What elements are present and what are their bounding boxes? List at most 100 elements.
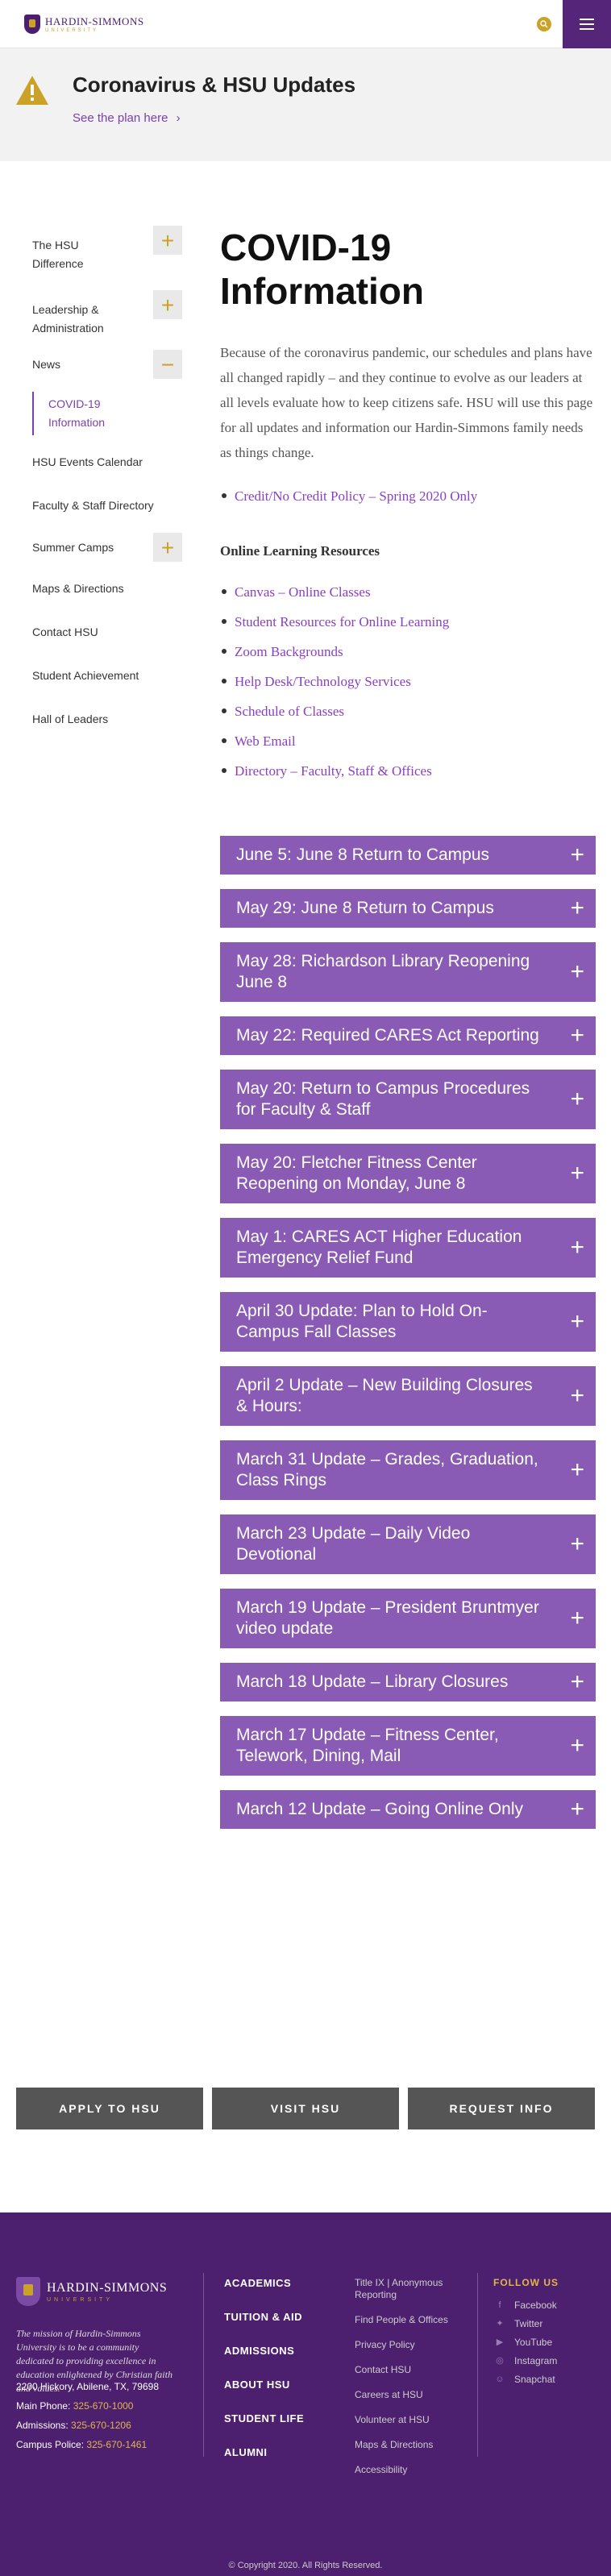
footer-social: FOLLOW US f Facebook ✦ Twitter ▶ YouTube ◎ I… <box>493 2277 559 2389</box>
footer-link-academics[interactable]: ACADEMICS <box>224 2277 304 2290</box>
admissions-phone-link[interactable]: 325-670-1206 <box>71 2420 131 2431</box>
sidebar-item-maps[interactable]: Maps & Directions <box>32 580 182 598</box>
alert-link[interactable]: See the plan here › <box>73 111 181 125</box>
footer-link-about[interactable]: ABOUT HSU <box>224 2379 304 2391</box>
resource-link[interactable]: Student Resources for Online Learning <box>220 607 596 637</box>
sidebar-item-student-achievement[interactable]: Student Achievement <box>32 667 182 685</box>
expand-plus-icon: + <box>570 1234 584 1261</box>
accordion-item[interactable]: April 30 Update: Plan to Hold On-Campus … <box>220 1292 596 1352</box>
accordion-item[interactable]: June 5: June 8 Return to Campus + <box>220 836 596 875</box>
resource-link[interactable]: Web Email <box>220 726 596 756</box>
apply-button[interactable]: APPLY TO HSU <box>16 2088 203 2129</box>
sidebar-item-contact[interactable]: Contact HSU <box>32 623 182 642</box>
sidebar-item-leadership[interactable]: Leadership & Administration + <box>32 290 182 334</box>
expand-plus-icon[interactable]: + <box>153 533 182 562</box>
updates-accordion: June 5: June 8 Return to Campus + May 29: … <box>220 836 596 1829</box>
accordion-item[interactable]: May 28: Richardson Library Reopening Jun… <box>220 942 596 1002</box>
police-phone-link[interactable]: 325-670-1461 <box>86 2439 147 2450</box>
accordion-title: April 30 Update: Plan to Hold On-Campus … <box>236 1302 488 1341</box>
accordion-item[interactable]: March 12 Update – Going Online Only + <box>220 1790 596 1829</box>
footer-link-careers[interactable]: Careers at HSU <box>355 2389 459 2401</box>
request-info-button[interactable]: REQUEST INFO <box>408 2088 595 2129</box>
accordion-title: April 2 Update – New Building Closures &… <box>236 1376 533 1415</box>
accordion-item[interactable]: May 1: CARES ACT Higher Education Emerge… <box>220 1218 596 1278</box>
instagram-icon: ◎ <box>496 2356 504 2366</box>
footer-divider <box>477 2273 478 2457</box>
resource-link[interactable]: Schedule of Classes <box>220 696 596 726</box>
footer-logo[interactable]: HARDIN-SIMMONS UNIVERSITY <box>16 2277 167 2306</box>
university-seal-icon <box>24 15 40 34</box>
twitter-icon: ✦ <box>496 2319 504 2329</box>
footer-divider <box>203 2273 204 2457</box>
footer-logo-subtitle: UNIVERSITY <box>47 2296 114 2303</box>
footer-main-links: ACADEMICS TUITION & AID ADMISSIONS ABOUT… <box>224 2277 304 2480</box>
footer-link-title-ix[interactable]: Title IX | Anonymous Reporting <box>355 2277 459 2301</box>
sidebar-item-label: Leadership & Administration <box>32 303 104 334</box>
resource-link[interactable]: Canvas – Online Classes <box>220 577 596 607</box>
police-phone: Campus Police: 325-670-1461 <box>16 2439 148 2450</box>
accordion-title: May 28: Richardson Library Reopening Jun… <box>236 952 530 991</box>
footer-link-admissions[interactable]: ADMISSIONS <box>224 2345 304 2358</box>
cta-row: APPLY TO HSU VISIT HSU REQUEST INFO <box>16 2088 595 2129</box>
footer-link-alumni[interactable]: ALUMNI <box>224 2446 304 2459</box>
social-facebook[interactable]: f Facebook <box>493 2296 559 2315</box>
menu-button[interactable] <box>563 0 611 48</box>
footer-link-volunteer[interactable]: Volunteer at HSU <box>355 2414 459 2426</box>
footer-link-student-life[interactable]: STUDENT LIFE <box>224 2412 304 2425</box>
logo-name: HARDIN-SIMMONS <box>45 15 144 27</box>
social-twitter[interactable]: ✦ Twitter <box>493 2315 559 2333</box>
main-phone-link[interactable]: 325-670-1000 <box>73 2400 134 2412</box>
accordion-title: May 1: CARES ACT Higher Education Emerge… <box>236 1228 522 1267</box>
search-icon[interactable] <box>537 17 551 31</box>
expand-plus-icon: + <box>570 1382 584 1409</box>
chevron-right-icon: › <box>176 111 181 125</box>
sidebar-item-events-calendar[interactable]: HSU Events Calendar <box>32 453 182 472</box>
accordion-item[interactable]: March 18 Update – Library Closures + <box>220 1663 596 1701</box>
accordion-title: May 20: Return to Campus Procedures for … <box>236 1079 530 1119</box>
sidebar-item-hall-of-leaders[interactable]: Hall of Leaders <box>32 710 182 729</box>
site-logo[interactable]: HARDIN-SIMMONS UNIVERSITY <box>24 15 144 34</box>
expand-plus-icon[interactable]: + <box>153 226 182 255</box>
accordion-item[interactable]: March 19 Update – President Bruntmyer vi… <box>220 1589 596 1648</box>
resource-link[interactable]: Zoom Backgrounds <box>220 637 596 667</box>
accordion-item[interactable]: May 22: Required CARES Act Reporting + <box>220 1016 596 1055</box>
accordion-item[interactable]: March 17 Update – Fitness Center, Telewo… <box>220 1716 596 1776</box>
expand-plus-icon[interactable]: + <box>153 290 182 319</box>
sidebar-item-covid-19[interactable]: COVID-19 Information <box>32 392 182 435</box>
accordion-item[interactable]: April 2 Update – New Building Closures &… <box>220 1366 596 1426</box>
accordion-item[interactable]: May 20: Return to Campus Procedures for … <box>220 1070 596 1129</box>
collapse-minus-icon[interactable]: − <box>153 350 182 379</box>
sidebar-item-faculty-directory[interactable]: Faculty & Staff Directory <box>32 497 182 515</box>
accordion-item[interactable]: March 31 Update – Grades, Graduation, Cl… <box>220 1440 596 1500</box>
expand-plus-icon: + <box>570 1160 584 1186</box>
snapchat-icon: ☺ <box>495 2374 505 2384</box>
accordion-item[interactable]: May 20: Fletcher Fitness Center Reopenin… <box>220 1144 596 1203</box>
social-snapchat[interactable]: ☺ Snapchat <box>493 2370 559 2389</box>
page-title: COVID-19 Information <box>220 226 424 312</box>
accordion-title: March 12 Update – Going Online Only <box>236 1800 524 1818</box>
footer-link-tuition[interactable]: TUITION & AID <box>224 2311 304 2324</box>
visit-button[interactable]: VISIT HSU <box>212 2088 399 2129</box>
site-footer: HARDIN-SIMMONS UNIVERSITY The mission of… <box>0 2212 611 2576</box>
accordion-title: May 22: Required CARES Act Reporting <box>236 1026 539 1045</box>
accordion-title: May 29: June 8 Return to Campus <box>236 899 494 917</box>
accordion-title: March 31 Update – Grades, Graduation, Cl… <box>236 1450 538 1490</box>
sidebar-item-summer-camps[interactable]: Summer Camps + <box>32 533 182 562</box>
sidebar-item-news[interactable]: News − <box>32 350 182 379</box>
footer-link-contact[interactable]: Contact HSU <box>355 2364 459 2376</box>
sidebar-item-hsu-difference[interactable]: The HSU Difference + <box>32 226 182 270</box>
accordion-title: March 19 Update – President Bruntmyer vi… <box>236 1598 539 1638</box>
accordion-item[interactable]: March 23 Update – Daily Video Devotional… <box>220 1514 596 1574</box>
resource-link[interactable]: Help Desk/Technology Services <box>220 667 596 696</box>
social-instagram[interactable]: ◎ Instagram <box>493 2352 559 2370</box>
footer-link-accessibility[interactable]: Accessibility <box>355 2464 459 2476</box>
footer-link-maps[interactable]: Maps & Directions <box>355 2439 459 2451</box>
expand-plus-icon: + <box>570 1022 584 1049</box>
footer-link-privacy[interactable]: Privacy Policy <box>355 2339 459 2351</box>
resource-link[interactable]: Directory – Faculty, Staff & Offices <box>220 756 596 786</box>
accordion-item[interactable]: May 29: June 8 Return to Campus + <box>220 889 596 928</box>
expand-plus-icon: + <box>570 841 584 868</box>
footer-link-find-people[interactable]: Find People & Offices <box>355 2314 459 2326</box>
social-youtube[interactable]: ▶ YouTube <box>493 2333 559 2352</box>
credit-policy-link[interactable]: Credit/No Credit Policy – Spring 2020 On… <box>220 481 596 511</box>
